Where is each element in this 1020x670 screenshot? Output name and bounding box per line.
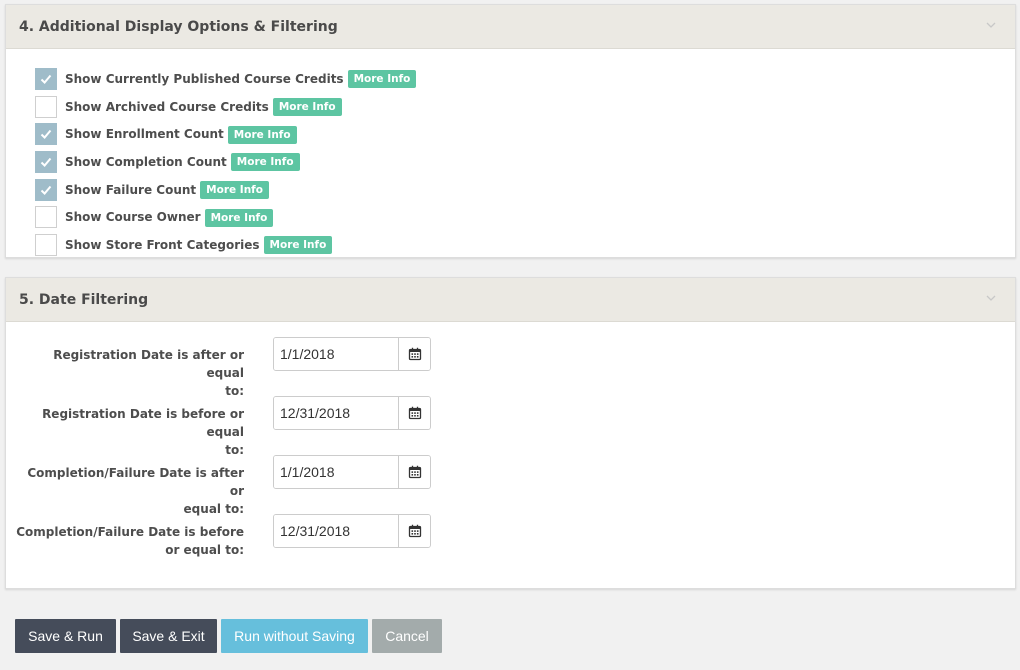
more-info-button[interactable]: More Info — [263, 236, 333, 255]
save-exit-button[interactable]: Save & Exit — [120, 619, 217, 653]
date-filtering-panel: 5. Date Filtering Registration Date is a… — [5, 277, 1016, 589]
date-label-line: Completion/Failure Date is after or — [27, 466, 244, 498]
completion-before-input[interactable] — [274, 515, 399, 547]
display-options-panel: 4. Additional Display Options & Filterin… — [5, 4, 1016, 258]
checkbox-failure-count[interactable] — [35, 178, 57, 201]
calendar-icon[interactable] — [399, 456, 430, 488]
display-options-header[interactable]: 4. Additional Display Options & Filterin… — [6, 5, 1015, 49]
more-info-button[interactable]: More Info — [204, 208, 274, 227]
date-label-line: Registration Date is before or equal — [42, 407, 244, 439]
save-run-button[interactable]: Save & Run — [15, 619, 116, 653]
chevron-down-icon[interactable] — [985, 18, 997, 30]
more-info-button[interactable]: More Info — [230, 153, 300, 172]
option-row: Show Enrollment Count More Info — [35, 120, 1015, 148]
checkbox-archived-credits[interactable] — [35, 95, 57, 118]
date-label-line: Completion/Failure Date is before — [16, 525, 244, 539]
more-info-button[interactable]: More Info — [272, 98, 342, 117]
option-row: Show Course Owner More Info — [35, 203, 1015, 231]
date-row-registration-before: Registration Date is before or equal to: — [6, 396, 1015, 457]
date-row-registration-after: Registration Date is after or equal to: — [6, 337, 1015, 398]
date-label: Registration Date is before or equal to: — [16, 405, 244, 459]
display-options-list: Show Currently Published Course Credits … — [6, 49, 1015, 259]
date-picker — [273, 455, 431, 489]
date-picker — [273, 514, 431, 548]
check-icon — [40, 74, 52, 84]
option-row: Show Currently Published Course Credits … — [35, 65, 1015, 93]
date-label: Completion/Failure Date is after or equa… — [16, 464, 244, 518]
completion-after-input[interactable] — [274, 456, 399, 488]
date-label-line: or equal to: — [165, 543, 244, 557]
date-row-completion-before: Completion/Failure Date is before or equ… — [6, 514, 1015, 558]
date-picker — [273, 337, 431, 371]
checkbox-completion-count[interactable] — [35, 150, 57, 173]
option-label: Show Currently Published Course Credits — [65, 71, 344, 86]
date-label: Completion/Failure Date is before or equ… — [16, 523, 244, 559]
checkbox-enrollment-count[interactable] — [35, 123, 57, 146]
date-picker — [273, 396, 431, 430]
option-label: Show Failure Count — [65, 182, 197, 197]
date-label-line: Registration Date is after or equal — [53, 348, 244, 380]
option-label: Show Course Owner — [65, 210, 201, 225]
date-filtering-header[interactable]: 5. Date Filtering — [6, 278, 1015, 322]
panel-title: 4. Additional Display Options & Filterin… — [19, 18, 338, 35]
chevron-down-icon[interactable] — [985, 291, 997, 303]
more-info-button[interactable]: More Info — [347, 70, 417, 89]
calendar-icon[interactable] — [399, 397, 430, 429]
registration-after-input[interactable] — [274, 338, 399, 370]
option-label: Show Enrollment Count — [65, 127, 224, 142]
check-icon — [40, 185, 52, 195]
run-without-saving-button[interactable]: Run without Saving — [221, 619, 368, 653]
option-row: Show Failure Count More Info — [35, 176, 1015, 204]
option-row: Show Completion Count More Info — [35, 148, 1015, 176]
calendar-icon[interactable] — [399, 338, 430, 370]
option-label: Show Store Front Categories — [65, 237, 260, 252]
date-label: Registration Date is after or equal to: — [16, 346, 244, 400]
option-row: Show Store Front Categories More Info — [35, 231, 1015, 259]
check-icon — [40, 157, 52, 167]
option-label: Show Archived Course Credits — [65, 99, 269, 114]
calendar-icon[interactable] — [399, 515, 430, 547]
panel-title: 5. Date Filtering — [19, 291, 149, 308]
registration-before-input[interactable] — [274, 397, 399, 429]
date-row-completion-after: Completion/Failure Date is after or equa… — [6, 455, 1015, 516]
more-info-button[interactable]: More Info — [200, 181, 269, 200]
cancel-button[interactable]: Cancel — [372, 619, 442, 653]
option-row: Show Archived Course Credits More Info — [35, 93, 1015, 121]
more-info-button[interactable]: More Info — [227, 125, 297, 144]
check-icon — [40, 130, 52, 140]
option-label: Show Completion Count — [65, 154, 227, 169]
checkbox-published-credits[interactable] — [35, 67, 57, 90]
checkbox-course-owner[interactable] — [35, 206, 57, 229]
checkbox-store-front-categories[interactable] — [35, 233, 57, 256]
